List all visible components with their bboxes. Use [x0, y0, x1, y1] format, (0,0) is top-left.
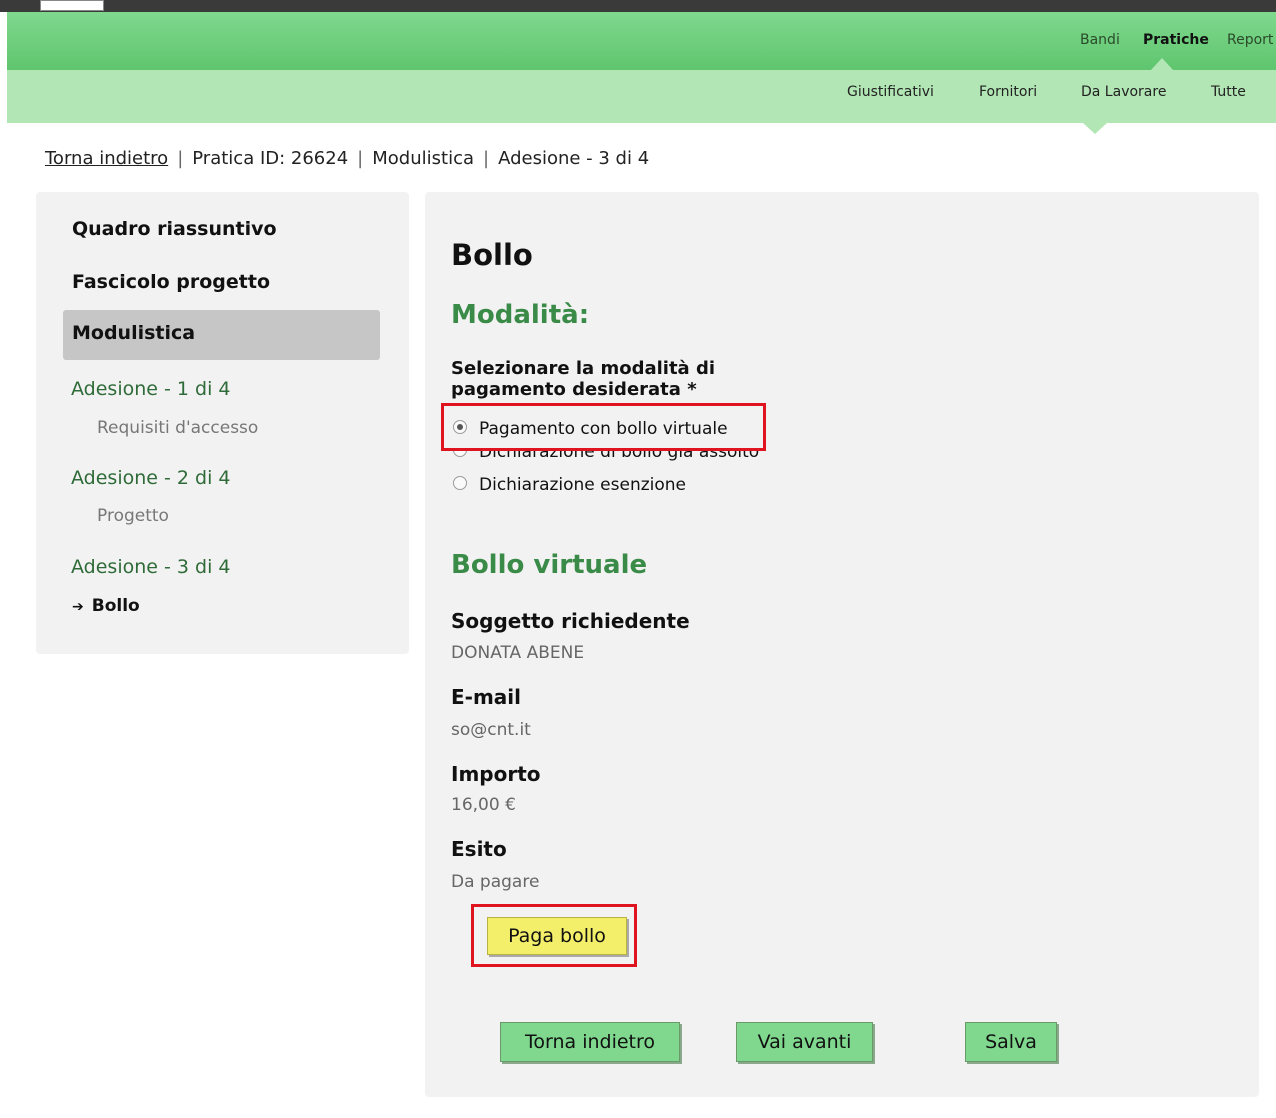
field-label-applicant: Soggetto richiedente: [451, 609, 690, 633]
active-subnav-pointer: [1083, 123, 1107, 134]
sidebar-item-forms-active[interactable]: Modulistica: [63, 310, 380, 360]
field-label-amount: Importo: [451, 762, 541, 786]
sidebar-step-2[interactable]: Adesione - 2 di 4: [71, 467, 230, 489]
save-button[interactable]: Salva: [965, 1022, 1057, 1062]
modalita-heading: Modalità:: [451, 300, 590, 330]
field-label-email: E-mail: [451, 685, 522, 709]
top-strip: [0, 0, 1276, 12]
back-button[interactable]: Torna indietro: [500, 1022, 680, 1062]
payment-mode-question: Selezionare la modalità di pagamento des…: [451, 358, 716, 400]
subnav-item-tutte[interactable]: Tutte: [1211, 84, 1246, 100]
nav-item-pratiche[interactable]: Pratiche: [1143, 32, 1209, 48]
sidebar-step-2-sub[interactable]: Progetto: [97, 506, 169, 526]
subnav-item-fornitori[interactable]: Fornitori: [979, 84, 1037, 100]
breadcrumb-separator: |: [177, 148, 184, 169]
radio-option-exemption[interactable]: Dichiarazione esenzione: [453, 475, 686, 495]
sidebar-current-step[interactable]: ➔ Bollo: [72, 596, 140, 616]
sidebar-current-step-label: Bollo: [91, 596, 140, 616]
sidebar: Quadro riassuntivo Fascicolo progetto Mo…: [36, 192, 409, 654]
sidebar-item-forms-label: Modulistica: [72, 322, 196, 344]
breadcrumb-section: Modulistica: [372, 148, 474, 169]
active-nav-pointer: [1151, 58, 1173, 70]
main-nav: Bandi Pratiche Report: [7, 12, 1276, 70]
nav-item-bandi[interactable]: Bandi: [1080, 32, 1120, 48]
main-panel: Bollo Modalità: Selezionare la modalità …: [425, 192, 1259, 1097]
field-value-email: so@cnt.it: [451, 720, 531, 740]
field-value-amount: 16,00 €: [451, 795, 516, 815]
sidebar-step-1[interactable]: Adesione - 1 di 4: [71, 378, 230, 400]
pay-stamp-button[interactable]: Paga bollo: [487, 917, 627, 955]
radio-option-label: Dichiarazione esenzione: [479, 475, 686, 495]
virtual-stamp-heading: Bollo virtuale: [451, 550, 648, 580]
radio-button[interactable]: [453, 476, 467, 490]
field-label-outcome: Esito: [451, 837, 507, 861]
breadcrumb-separator: |: [357, 148, 364, 169]
breadcrumb-back-link[interactable]: Torna indietro: [45, 148, 168, 169]
sidebar-item-project-file[interactable]: Fascicolo progetto: [72, 271, 270, 293]
subnav-item-giustificativi[interactable]: Giustificativi: [847, 84, 934, 100]
page-title: Bollo: [451, 238, 533, 272]
breadcrumb-separator: |: [483, 148, 490, 169]
field-value-applicant: DONATA ABENE: [451, 643, 585, 663]
sidebar-item-summary[interactable]: Quadro riassuntivo: [72, 218, 277, 240]
sub-nav: Giustificativi Fornitori Da Lavorare Tut…: [7, 70, 1276, 134]
sidebar-step-3[interactable]: Adesione - 3 di 4: [71, 556, 230, 578]
sidebar-step-1-sub[interactable]: Requisiti d'accesso: [97, 418, 258, 438]
arrow-right-icon: ➔: [72, 599, 84, 615]
field-value-outcome: Da pagare: [451, 872, 540, 892]
breadcrumb-practice-id: Pratica ID: 26624: [192, 148, 349, 169]
highlight-frame-virtual-option: [441, 403, 766, 451]
breadcrumb-step: Adesione - 3 di 4: [498, 148, 650, 169]
nav-item-report[interactable]: Report: [1227, 32, 1273, 48]
logo: [40, 0, 104, 11]
next-button[interactable]: Vai avanti: [736, 1022, 873, 1062]
subnav-item-da-lavorare[interactable]: Da Lavorare: [1081, 84, 1166, 100]
breadcrumb: Torna indietro | Pratica ID: 26624 | Modulis…: [45, 148, 649, 169]
